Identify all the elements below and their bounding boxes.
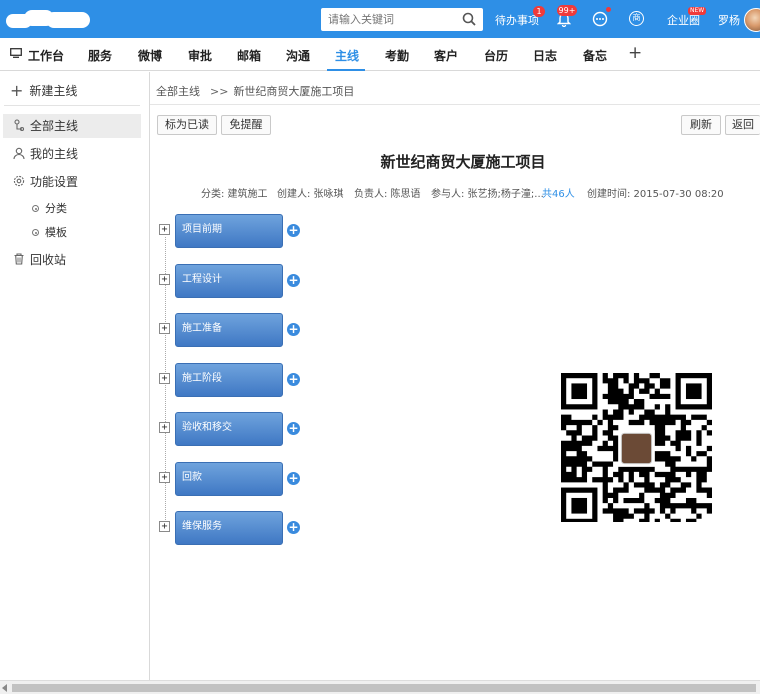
trash-icon: [14, 253, 24, 265]
sidebar-item-all[interactable]: 全部主线: [3, 114, 141, 138]
expand-toggle[interactable]: +: [159, 422, 170, 433]
nav-calendar[interactable]: 台历: [484, 47, 508, 64]
expand-toggle[interactable]: +: [159, 472, 170, 483]
sidebar-item-settings[interactable]: 功能设置: [3, 170, 141, 194]
project-title: 新世纪商贸大厦施工项目: [380, 153, 546, 171]
sidebar-item-label: 回收站: [30, 253, 67, 267]
refresh-button[interactable]: 刷新: [681, 115, 721, 135]
horizontal-scrollbar[interactable]: [0, 680, 760, 694]
expand-toggle[interactable]: +: [159, 521, 170, 532]
nav-mainline[interactable]: 主线: [335, 47, 359, 64]
add-node-button[interactable]: +: [287, 224, 300, 237]
nav-communication[interactable]: 沟通: [286, 47, 310, 64]
add-node-button[interactable]: +: [287, 274, 300, 287]
mark-read-button[interactable]: 标为已读: [157, 115, 217, 135]
stage-node[interactable]: 工程设计: [175, 264, 283, 298]
project-creator: 创建人: 张咏琪: [277, 189, 344, 200]
back-button[interactable]: 返回: [725, 115, 760, 135]
add-node-button[interactable]: +: [287, 422, 300, 435]
bullet-icon: [32, 229, 39, 236]
nav-service[interactable]: 服务: [88, 47, 112, 64]
nav-attendance[interactable]: 考勤: [385, 47, 409, 64]
sidebar-item-mine[interactable]: 我的主线: [3, 142, 141, 166]
nav-customer[interactable]: 客户: [434, 47, 458, 64]
bullet-icon: [32, 205, 39, 212]
chat-icon[interactable]: [592, 11, 608, 27]
nav-log[interactable]: 日志: [533, 47, 557, 64]
breadcrumb-separator: >>: [210, 85, 229, 98]
main-nav: 工作台 服务 微博 审批 邮箱 沟通 主线 考勤 客户 台历 日志 备忘 +: [0, 38, 760, 71]
breadcrumb-current: 新世纪商贸大厦施工项目: [233, 85, 355, 98]
avatar[interactable]: [744, 8, 760, 32]
chat-dot: [606, 7, 611, 12]
sidebar-divider: [4, 105, 140, 106]
user-name[interactable]: 罗杨: [718, 12, 740, 28]
project-owner: 负责人: 陈思语: [354, 189, 421, 200]
monitor-icon: [10, 48, 22, 58]
nav-weibo[interactable]: 微博: [138, 47, 162, 64]
qr-code: [561, 373, 712, 522]
breadcrumb-divider: [150, 104, 760, 105]
nav-approval[interactable]: 审批: [188, 47, 212, 64]
expand-toggle[interactable]: +: [159, 373, 170, 384]
mainline-icon: [14, 119, 25, 131]
breadcrumb-root[interactable]: 全部主线: [156, 85, 200, 98]
gear-icon: [13, 175, 25, 187]
shang-icon[interactable]: 商: [629, 11, 644, 26]
stage-node[interactable]: 项目前期: [175, 214, 283, 248]
nav-active-indicator: [327, 69, 365, 71]
nav-add-button[interactable]: +: [628, 45, 642, 62]
add-node-button[interactable]: +: [287, 521, 300, 534]
plus-icon: +: [10, 81, 24, 100]
nav-workbench[interactable]: 工作台: [28, 47, 64, 64]
participant-count-link[interactable]: 共46人: [542, 185, 575, 200]
expand-toggle[interactable]: +: [159, 224, 170, 235]
sidebar-item-label: 全部主线: [30, 119, 79, 133]
add-node-button[interactable]: +: [287, 323, 300, 336]
no-remind-button[interactable]: 免提醒: [221, 115, 271, 135]
new-tag: NEW: [688, 7, 707, 15]
sidebar-item-recycle[interactable]: 回收站: [3, 248, 141, 272]
new-mainline-button[interactable]: + 新建主线: [10, 81, 77, 100]
stage-node[interactable]: 施工阶段: [175, 363, 283, 397]
sidebar-sub-category[interactable]: 分类: [32, 200, 67, 216]
project-created-time: 创建时间: 2015-07-30 08:20: [587, 189, 724, 200]
sidebar-sub-template[interactable]: 模板: [32, 224, 67, 240]
nav-memo[interactable]: 备忘: [583, 47, 607, 64]
sidebar-item-label: 我的主线: [30, 147, 79, 161]
todo-link[interactable]: 待办事项: [495, 12, 539, 28]
search-input[interactable]: [321, 8, 451, 31]
new-mainline-label: 新建主线: [29, 84, 78, 98]
add-node-button[interactable]: +: [287, 472, 300, 485]
sidebar: + 新建主线 全部主线 我的主线 功能设置 分类 模板 回收站: [0, 72, 150, 680]
search-icon[interactable]: [462, 12, 476, 26]
sidebar-item-label: 功能设置: [30, 175, 79, 189]
top-bar: 待办事项 1 99+ 商 企业圈 NEW 罗杨: [0, 0, 760, 38]
project-participants: 参与人: 张艺扬;杨子潼;...: [431, 189, 544, 200]
expand-toggle[interactable]: +: [159, 274, 170, 285]
stage-node[interactable]: 维保服务: [175, 511, 283, 545]
add-node-button[interactable]: +: [287, 373, 300, 386]
todo-badge: 1: [533, 6, 545, 17]
user-icon: [13, 147, 25, 159]
nav-mail[interactable]: 邮箱: [237, 47, 261, 64]
expand-toggle[interactable]: +: [159, 323, 170, 334]
project-category: 分类: 建筑施工: [201, 189, 268, 200]
stage-node[interactable]: 回款: [175, 462, 283, 496]
scrollbar-thumb[interactable]: [12, 684, 756, 692]
bell-badge: 99+: [557, 5, 577, 16]
breadcrumb: 全部主线 >> 新世纪商贸大厦施工项目: [156, 83, 354, 99]
stage-node[interactable]: 验收和移交: [175, 412, 283, 446]
scroll-left-arrow[interactable]: [2, 684, 7, 692]
stage-node[interactable]: 施工准备: [175, 313, 283, 347]
logo[interactable]: [6, 8, 90, 30]
search-box: [321, 8, 483, 31]
